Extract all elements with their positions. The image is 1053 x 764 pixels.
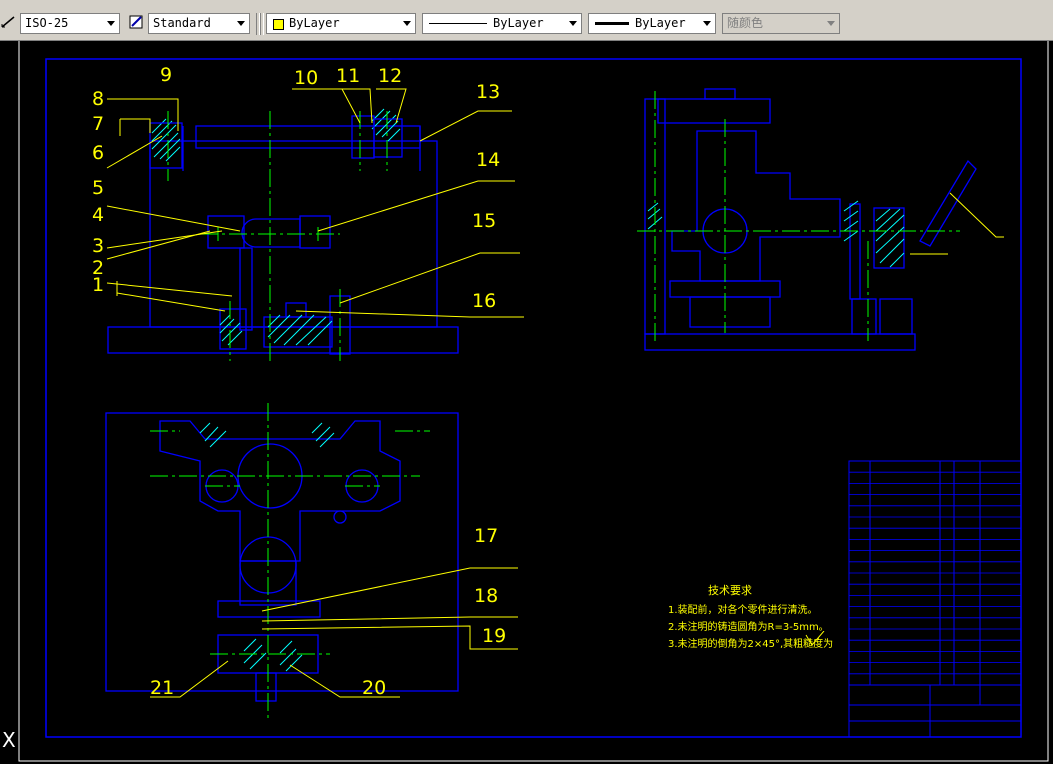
top-view bbox=[105, 412, 459, 702]
part-label-9: 9 bbox=[160, 64, 173, 86]
part-label-17: 17 bbox=[474, 525, 499, 547]
chevron-down-icon bbox=[699, 14, 715, 33]
linetype-sample-icon bbox=[429, 23, 487, 24]
assembly-drawing bbox=[18, 41, 1049, 762]
text-style-select[interactable]: Standard bbox=[148, 13, 250, 34]
lineweight-select[interactable]: ByLayer bbox=[588, 13, 716, 34]
plot-style-value: 随颜色 bbox=[727, 16, 764, 30]
dimension-style-value: ISO-25 bbox=[25, 16, 69, 30]
chevron-down-icon bbox=[399, 14, 415, 33]
bill-of-materials-table bbox=[848, 460, 1022, 738]
drawing-canvas[interactable]: 9 8 7 6 5 4 3 2 1 10 11 12 13 14 15 16 1… bbox=[0, 41, 1053, 764]
part-label-1: 1 bbox=[92, 274, 105, 296]
part-label-5: 5 bbox=[92, 177, 105, 199]
toolbar-separator bbox=[260, 13, 264, 35]
chevron-down-icon bbox=[233, 14, 249, 33]
part-label-19: 19 bbox=[482, 625, 507, 647]
part-label-7: 7 bbox=[92, 113, 105, 135]
part-label-21: 21 bbox=[150, 677, 175, 699]
part-label-12: 12 bbox=[378, 65, 403, 87]
lineweight-sample-icon bbox=[595, 22, 629, 25]
top-view-leaders bbox=[150, 567, 518, 698]
side-view-dimension bbox=[910, 192, 1004, 255]
chevron-down-icon bbox=[565, 14, 581, 33]
part-label-20: 20 bbox=[362, 677, 387, 699]
tech-requirements-title: 技术要求 bbox=[708, 584, 752, 597]
layer-color-value: ByLayer bbox=[289, 16, 340, 30]
chevron-down-icon bbox=[103, 14, 119, 33]
color-swatch-icon bbox=[273, 19, 284, 30]
part-label-18: 18 bbox=[474, 585, 499, 607]
sheet-border bbox=[18, 41, 1049, 762]
layer-color-select[interactable]: ByLayer bbox=[266, 13, 416, 34]
part-label-4: 4 bbox=[92, 204, 105, 226]
properties-toolbar: ISO-25 Standard ByLayer ByLayer ByLayer … bbox=[0, 8, 1053, 41]
dimension-style-select[interactable]: ISO-25 bbox=[20, 13, 120, 34]
part-label-11: 11 bbox=[336, 65, 361, 87]
part-label-8: 8 bbox=[92, 88, 105, 110]
dimstyle-icon[interactable] bbox=[0, 13, 18, 31]
text-style-icon[interactable] bbox=[128, 13, 146, 31]
side-view-hatching bbox=[647, 200, 905, 268]
part-label-6: 6 bbox=[92, 142, 105, 164]
lineweight-value: ByLayer bbox=[635, 16, 686, 30]
part-label-15: 15 bbox=[472, 210, 497, 232]
text-style-value: Standard bbox=[153, 16, 211, 30]
top-view-hatching bbox=[199, 422, 335, 672]
linetype-select[interactable]: ByLayer bbox=[422, 13, 582, 34]
part-label-10: 10 bbox=[294, 67, 319, 89]
part-label-13: 13 bbox=[476, 81, 501, 103]
command-line-close-icon[interactable]: X bbox=[2, 728, 16, 752]
side-view bbox=[644, 88, 977, 351]
roughness-symbol-icon bbox=[805, 631, 825, 646]
front-view-bolts bbox=[149, 115, 403, 169]
plot-style-select[interactable]: 随颜色 bbox=[722, 13, 840, 34]
front-view-hatching bbox=[151, 108, 401, 346]
part-label-3: 3 bbox=[92, 235, 105, 257]
bill-of-materials-rows bbox=[849, 471, 1021, 686]
tech-requirement-item: 1.装配前，对各个零件进行清洗。 bbox=[668, 605, 818, 616]
part-label-16: 16 bbox=[472, 290, 497, 312]
linetype-value: ByLayer bbox=[493, 16, 544, 30]
chevron-down-icon bbox=[823, 14, 839, 33]
part-label-14: 14 bbox=[476, 149, 501, 171]
